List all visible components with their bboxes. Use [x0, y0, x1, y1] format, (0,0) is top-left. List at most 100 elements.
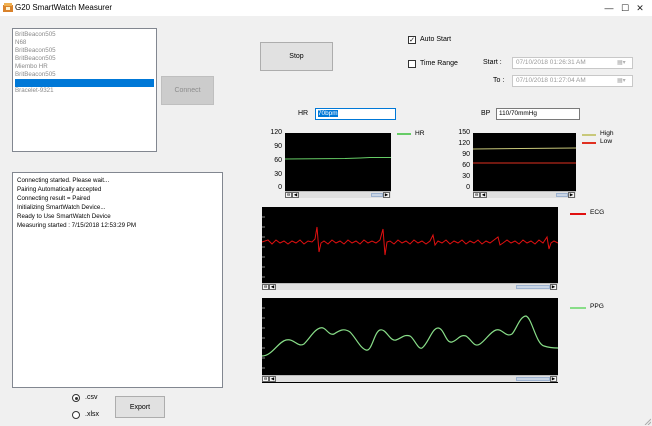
- export-button[interactable]: Export: [115, 396, 165, 418]
- minimize-button[interactable]: —: [594, 0, 624, 16]
- hr-legend-swatch: [397, 133, 411, 135]
- list-item[interactable]: Bracelet-9321: [15, 87, 154, 95]
- log-line: Ready to Use SmartWatch Device: [17, 213, 111, 220]
- hr-line: [285, 157, 391, 160]
- bp-y-tick: 60: [462, 162, 470, 169]
- log-textbox[interactable]: Connecting started. Please wait... Pairi…: [12, 172, 223, 388]
- bp-high-legend-swatch: [582, 134, 596, 136]
- ecg-legend-swatch: [570, 213, 586, 215]
- window-title: G20 SmartWatch Measurer: [15, 3, 113, 12]
- device-list[interactable]: BritBeacon505 N68 BritBeacon505 BritBeac…: [12, 28, 157, 152]
- time-range-checkbox[interactable]: [408, 60, 416, 68]
- list-item[interactable]: Miembo HR: [15, 63, 154, 71]
- calendar-dropdown-icon[interactable]: ▦▾: [617, 60, 630, 67]
- ecg-chart: ⊖ ◀ ▶: [262, 207, 558, 290]
- bp-low-legend-swatch: [582, 142, 596, 144]
- ppg-scrollbar[interactable]: ⊖ ◀ ▶: [262, 375, 558, 382]
- ppg-ticks: [262, 307, 265, 369]
- stop-button[interactable]: Stop: [260, 42, 333, 71]
- bp-textbox[interactable]: 110/70mmHg: [496, 108, 580, 120]
- app-icon: [3, 3, 13, 12]
- auto-start-checkbox[interactable]: ✓: [408, 36, 416, 44]
- list-item-selected[interactable]: [15, 79, 154, 87]
- hr-y-tick: 120: [270, 129, 282, 136]
- hr-scrollbar[interactable]: ⊖ ◀ ▶: [285, 191, 391, 198]
- zoom-reset-icon[interactable]: ⊖: [262, 284, 269, 290]
- bp-high-line: [473, 147, 576, 150]
- zoom-reset-icon[interactable]: ⊖: [262, 376, 269, 382]
- hr-y-tick: 60: [274, 157, 282, 164]
- bp-y-tick: 90: [462, 151, 470, 158]
- title-bar: G20 SmartWatch Measurer: [0, 0, 652, 16]
- list-item[interactable]: BritBeacon505: [15, 47, 154, 55]
- ecg-scrollbar[interactable]: ⊖ ◀ ▶: [262, 283, 558, 290]
- xlsx-label: .xlsx: [85, 411, 99, 418]
- bp-low-legend-label: Low: [600, 138, 613, 145]
- start-datetime-picker[interactable]: 07/10/2018 01:26:31 AM ▦▾: [512, 57, 633, 69]
- ecg-line: [262, 226, 558, 256]
- ppg-line: [262, 315, 558, 357]
- log-line: Connecting result = Paired: [17, 195, 91, 202]
- ppg-legend-swatch: [570, 307, 586, 309]
- scroll-left-icon[interactable]: ◀: [269, 376, 276, 382]
- bp-chart: ⊖ ◀ ▶: [473, 133, 576, 198]
- start-datetime-value: 07/10/2018 01:26:31 AM: [516, 59, 586, 66]
- csv-label: .csv: [85, 394, 98, 401]
- xlsx-radio[interactable]: [72, 411, 80, 419]
- ecg-plot: [262, 216, 558, 278]
- bp-scrollbar[interactable]: ⊖ ◀ ▶: [473, 191, 576, 198]
- hr-y-tick: 90: [274, 143, 282, 150]
- csv-radio[interactable]: [72, 394, 80, 402]
- hr-label: HR: [298, 110, 309, 117]
- scroll-thumb[interactable]: [516, 377, 550, 381]
- list-item[interactable]: N68: [15, 39, 154, 47]
- bp-value: 110/70mmHg: [499, 110, 537, 117]
- bp-y-tick: 150: [458, 129, 470, 136]
- ecg-legend-label: ECG: [590, 209, 605, 216]
- close-button[interactable]: ✕: [625, 0, 652, 16]
- scroll-left-icon[interactable]: ◀: [480, 192, 487, 198]
- ppg-legend-label: PPG: [590, 303, 604, 310]
- hr-textbox[interactable]: 70bpm: [315, 108, 396, 120]
- log-line: Measuring started : 7/15/2018 12:53:29 P…: [17, 222, 137, 229]
- scroll-thumb[interactable]: [371, 193, 383, 197]
- scroll-left-icon[interactable]: ◀: [292, 192, 299, 198]
- list-item[interactable]: BritBeacon505: [15, 31, 154, 39]
- resize-grip-icon[interactable]: [643, 417, 651, 425]
- list-item[interactable]: BritBeacon505: [15, 55, 154, 63]
- scroll-right-icon[interactable]: ▶: [383, 192, 390, 198]
- bp-y-tick: 30: [462, 173, 470, 180]
- hr-legend-label: HR: [415, 130, 425, 137]
- bp-plot: [473, 147, 576, 164]
- bp-high-legend-label: High: [600, 130, 614, 137]
- end-datetime-picker[interactable]: 07/10/2018 01:27:04 AM ▦▾: [512, 75, 633, 87]
- start-label: Start :: [483, 59, 502, 66]
- connect-button[interactable]: Connect: [161, 76, 214, 105]
- hr-y-tick: 0: [278, 184, 282, 191]
- hr-chart: ⊖ ◀ ▶: [285, 133, 391, 198]
- hr-plot: [285, 157, 391, 160]
- list-item[interactable]: BritBeacon505: [15, 71, 154, 79]
- bp-label: BP: [481, 110, 491, 117]
- ppg-chart: ⊖ ◀ ▶: [262, 298, 558, 383]
- scroll-left-icon[interactable]: ◀: [269, 284, 276, 290]
- log-line: Pairing Automatically accepted: [17, 186, 102, 193]
- scroll-thumb[interactable]: [516, 285, 550, 289]
- bp-y-tick: 120: [458, 140, 470, 147]
- scroll-right-icon[interactable]: ▶: [568, 192, 575, 198]
- log-line: Initializing SmartWatch Device...: [17, 204, 106, 211]
- auto-start-label: Auto Start: [420, 36, 452, 43]
- hr-y-tick: 30: [274, 171, 282, 178]
- scroll-right-icon[interactable]: ▶: [550, 284, 557, 290]
- bp-y-tick: 0: [466, 184, 470, 191]
- ppg-plot: [262, 307, 558, 369]
- scroll-thumb[interactable]: [556, 193, 568, 197]
- hr-value: 70bpm: [318, 110, 338, 117]
- to-label: To :: [493, 77, 505, 84]
- end-datetime-value: 07/10/2018 01:27:04 AM: [516, 77, 586, 84]
- zoom-reset-icon[interactable]: ⊖: [473, 192, 480, 198]
- scroll-right-icon[interactable]: ▶: [550, 376, 557, 382]
- ecg-ticks: [262, 216, 265, 278]
- calendar-dropdown-icon[interactable]: ▦▾: [617, 78, 630, 85]
- zoom-reset-icon[interactable]: ⊖: [285, 192, 292, 198]
